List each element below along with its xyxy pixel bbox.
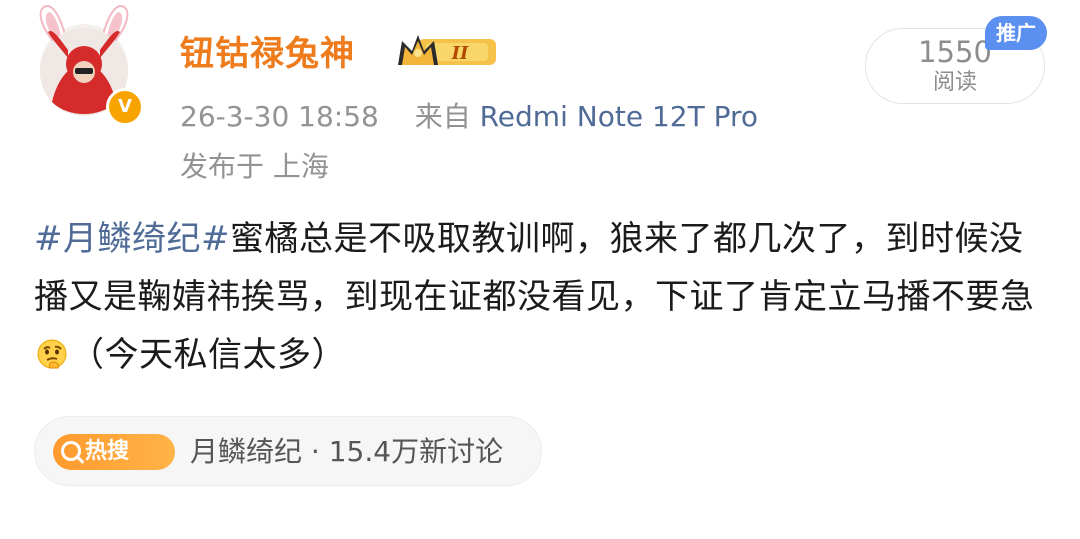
post-location: 发布于 上海 — [180, 150, 329, 183]
post-content: #月鳞绮纪#蜜橘总是不吸取教训啊，狼来了都几次了，到时候没播又是鞠婧祎挨骂，到现… — [34, 210, 1054, 384]
post-date: 26-3-30 18:58 — [180, 100, 379, 133]
search-icon — [61, 441, 81, 461]
topic-info: 月鳞绮纪 · 15.4万新讨论 — [190, 430, 503, 470]
thinking-face-icon — [37, 339, 67, 369]
hot-search-badge: 热搜 — [53, 434, 175, 470]
username[interactable]: 钮钴禄兔神 — [180, 26, 355, 75]
post-meta: 26-3-30 18:58 来自 Redmi Note 12T Pro — [180, 95, 758, 135]
source-device-link[interactable]: Redmi Note 12T Pro — [480, 100, 758, 133]
read-label: 阅读 — [932, 70, 977, 95]
hot-search-topic-card[interactable]: 热搜 月鳞绮纪 · 15.4万新讨论 — [34, 416, 542, 486]
hashtag-link[interactable]: #月鳞绮纪# — [34, 219, 230, 259]
topic-separator: · — [310, 435, 320, 468]
hot-search-label: 热搜 — [85, 439, 130, 464]
verified-badge: V — [106, 88, 144, 126]
post-text-suffix: （今天私信太多） — [70, 335, 346, 375]
topic-discussions: 15.4万新讨论 — [328, 435, 504, 468]
source-prefix: 来自 — [414, 100, 471, 133]
vip-level: II — [451, 43, 469, 64]
ad-tag[interactable]: 推广 — [985, 16, 1047, 50]
crown-icon[interactable]: II — [396, 31, 500, 71]
topic-name: 月鳞绮纪 — [190, 435, 303, 468]
